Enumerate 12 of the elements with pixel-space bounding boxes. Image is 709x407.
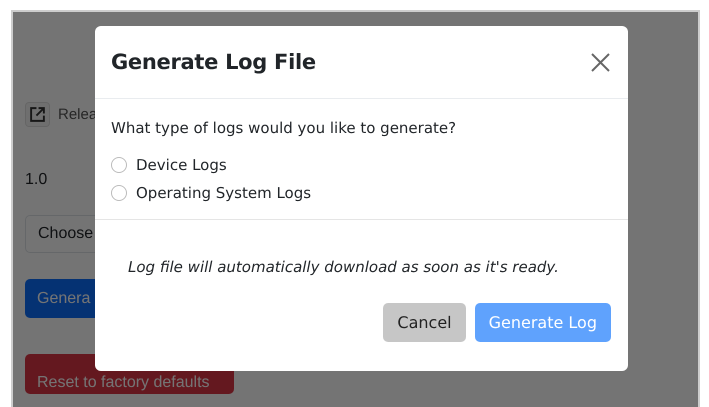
question-text: What type of logs would you like to generate? <box>111 119 458 137</box>
radio-button[interactable] <box>111 157 127 173</box>
modal-title: Generate Log File <box>111 50 316 74</box>
external-link-icon <box>29 106 46 123</box>
download-note: Log file will automatically download as soon as it's ready. <box>128 258 560 276</box>
radio-label: Device Logs <box>136 156 227 174</box>
radio-label: Operating System Logs <box>136 184 312 202</box>
close-icon <box>591 52 610 72</box>
version-text: 1.0 <box>25 171 48 189</box>
radio-button[interactable] <box>111 185 127 201</box>
external-link-button[interactable] <box>25 102 50 127</box>
cancel-button[interactable]: Cancel <box>383 303 466 342</box>
